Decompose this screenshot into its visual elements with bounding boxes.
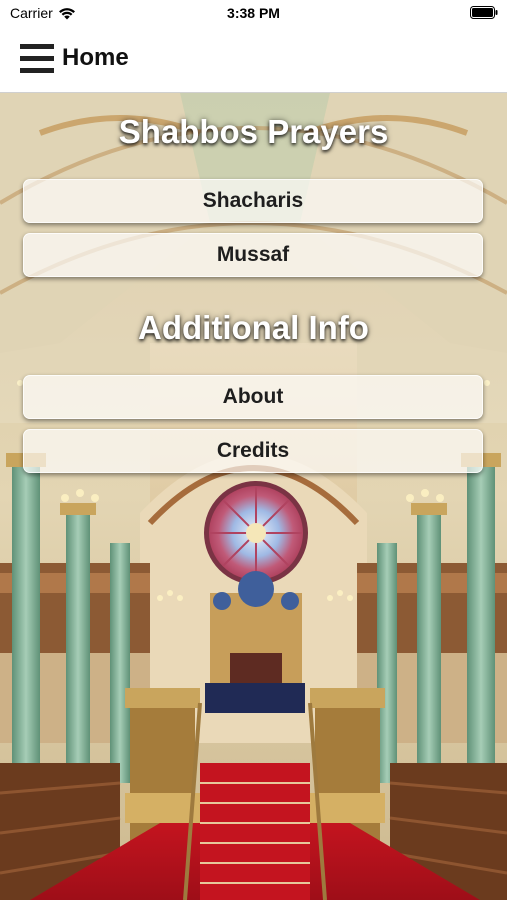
mussaf-button[interactable]: Mussaf [23,233,483,277]
section-title-additional-info: Additional Info [138,309,369,346]
hamburger-menu-icon[interactable] [20,44,54,73]
navigation-bar: Home [0,26,507,93]
main-content: Shabbos Prayers Shacharis Mussaf Additio… [0,93,507,900]
credits-button[interactable]: Credits [23,429,483,473]
battery-icon [470,6,498,22]
section-title-shabbos-prayers: Shabbos Prayers [118,113,389,150]
status-time: 3:38 PM [227,5,280,21]
shacharis-button[interactable]: Shacharis [23,179,483,223]
about-button[interactable]: About [23,375,483,419]
status-bar: Carrier 3:38 PM [0,0,507,26]
page-title: Home [62,44,129,71]
